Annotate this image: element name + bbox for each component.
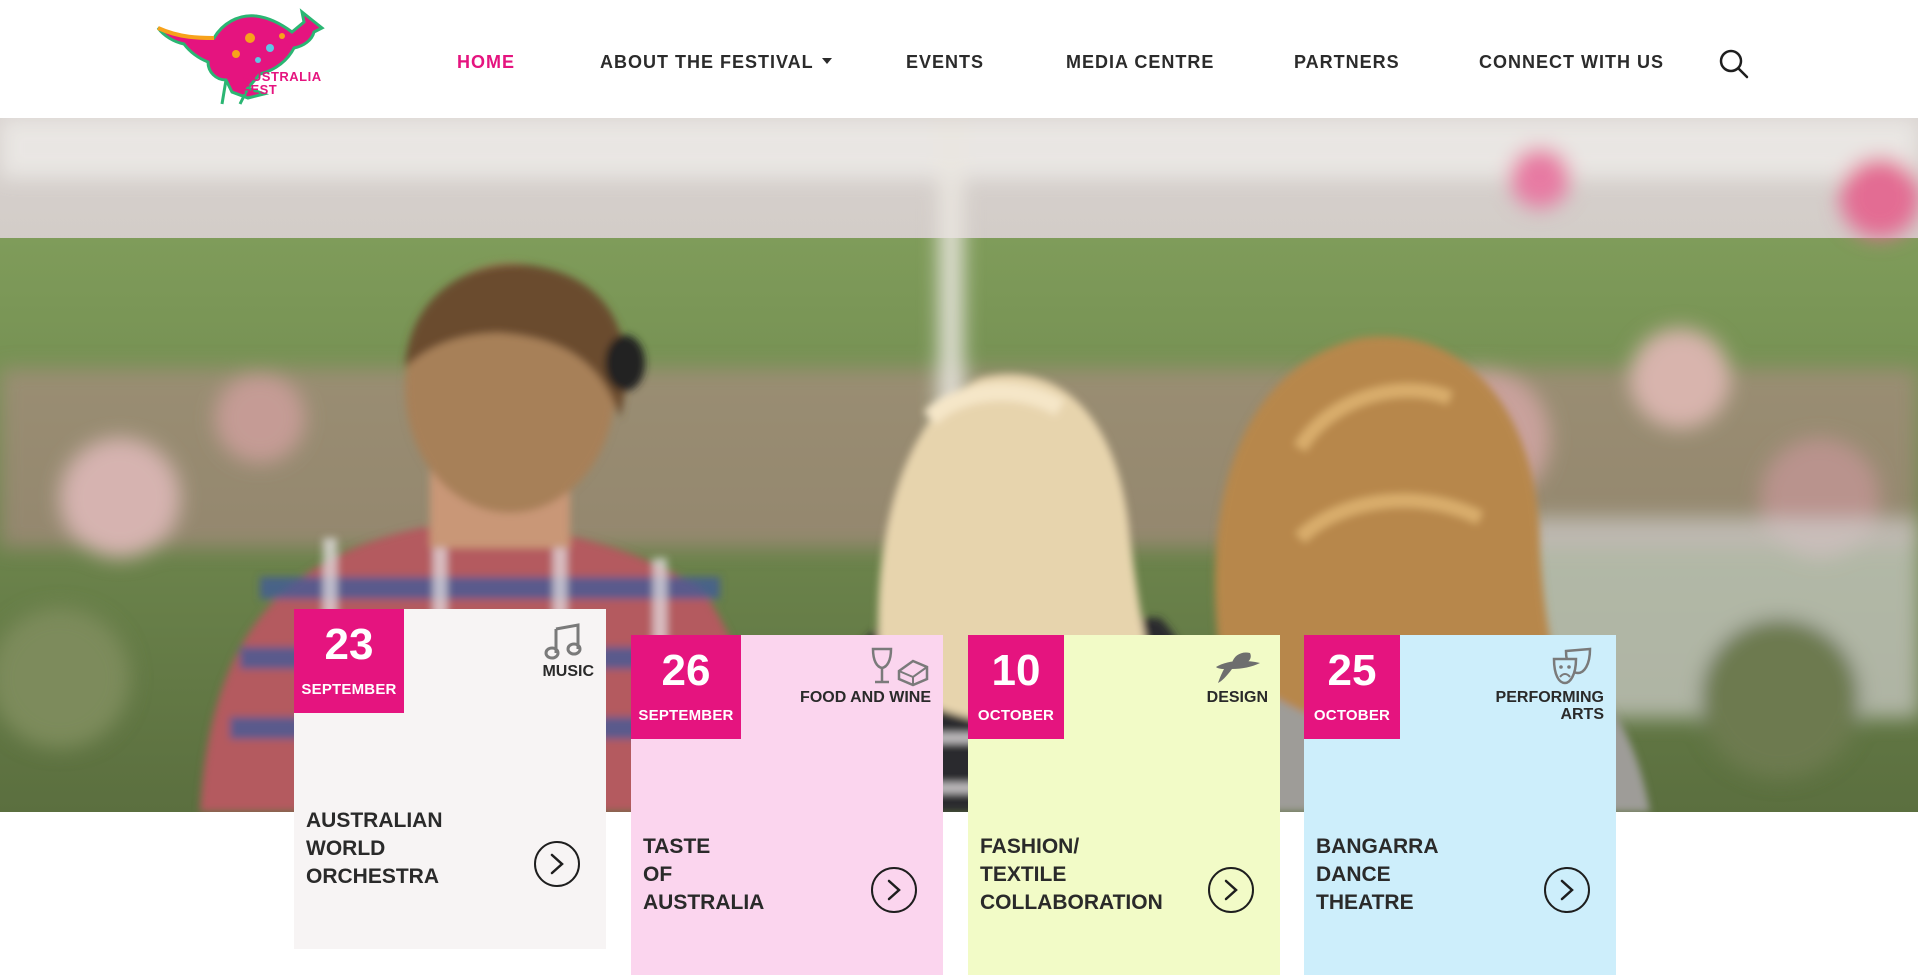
fashion-hat-icon bbox=[1216, 652, 1260, 683]
event-date-badge: 26 SEPTEMBER bbox=[631, 635, 741, 739]
event-title-line: TASTE bbox=[643, 835, 711, 858]
main-nav: HOME ABOUT THE FESTIVAL EVENTS MEDIA CEN… bbox=[0, 0, 1918, 118]
chevron-down-icon bbox=[821, 58, 832, 65]
event-title-line: ORCHESTRA bbox=[306, 865, 440, 888]
event-title-line: DANCE bbox=[1316, 863, 1391, 886]
chevron-right-icon bbox=[1224, 879, 1238, 901]
event-date-badge: 10 OCTOBER bbox=[968, 635, 1064, 739]
event-month: OCTOBER bbox=[977, 707, 1055, 724]
event-title: AUSTRALIAN WORLD ORCHESTRA bbox=[306, 807, 506, 891]
event-month: SEPTEMBER bbox=[301, 681, 397, 698]
event-month: OCTOBER bbox=[1313, 707, 1391, 724]
event-card-2[interactable]: 26 SEPTEMBER FOOD AND WINE TASTE OF AUST… bbox=[631, 635, 943, 975]
event-title-line: WORLD bbox=[306, 837, 386, 860]
search-button[interactable] bbox=[1718, 48, 1750, 80]
event-day: 25 bbox=[1327, 646, 1377, 695]
event-title-line: OF bbox=[643, 863, 673, 886]
event-title-line: THEATRE bbox=[1316, 891, 1414, 914]
site-header: AUSTRALIA FEST HOME ABOUT THE FESTIVAL E… bbox=[0, 0, 1918, 118]
event-title: FASHION/ TEXTILE COLLABORATION bbox=[980, 833, 1220, 917]
nav-connect-with-us[interactable]: CONNECT WITH US bbox=[1479, 52, 1664, 73]
nav-home[interactable]: HOME bbox=[457, 52, 515, 73]
event-title-line: AUSTRALIA bbox=[643, 891, 765, 914]
event-title-line: COLLABORATION bbox=[980, 891, 1163, 914]
event-arrow-button[interactable] bbox=[1544, 867, 1590, 913]
hero-banner bbox=[0, 118, 1918, 812]
search-icon bbox=[1719, 49, 1749, 79]
event-category-line: PERFORMING bbox=[1495, 689, 1604, 706]
event-date-badge: 23 SEPTEMBER bbox=[294, 609, 404, 713]
event-category: DESIGN bbox=[1206, 689, 1268, 706]
nav-partners[interactable]: PARTNERS bbox=[1294, 52, 1400, 73]
nav-about-label: ABOUT THE FESTIVAL bbox=[600, 52, 814, 72]
chevron-right-icon bbox=[550, 853, 564, 875]
event-category: MUSIC bbox=[542, 663, 594, 680]
nav-events[interactable]: EVENTS bbox=[906, 52, 984, 73]
event-category: PERFORMING ARTS bbox=[1496, 689, 1604, 723]
event-category: FOOD AND WINE bbox=[800, 689, 931, 706]
theatre-masks-icon bbox=[1552, 647, 1592, 685]
nav-about-the-festival[interactable]: ABOUT THE FESTIVAL bbox=[600, 52, 832, 73]
event-title: TASTE OF AUSTRALIA bbox=[643, 833, 843, 917]
wine-glass-icon bbox=[871, 647, 929, 687]
event-day: 26 bbox=[661, 646, 711, 695]
event-card-1[interactable]: 23 SEPTEMBER MUSIC AUSTRALIAN WORLD ORCH… bbox=[294, 609, 606, 949]
event-title: BANGARRA DANCE THEATRE bbox=[1316, 833, 1516, 917]
event-month: SEPTEMBER bbox=[638, 707, 734, 724]
festival-crowd-photo bbox=[0, 118, 1918, 812]
nav-media-centre[interactable]: MEDIA CENTRE bbox=[1066, 52, 1214, 73]
event-title-line: FASHION/ bbox=[980, 835, 1080, 858]
event-day: 23 bbox=[324, 620, 374, 669]
event-card-3[interactable]: 10 OCTOBER DESIGN FASHION/ TEXTILE COLLA… bbox=[968, 635, 1280, 975]
chevron-right-icon bbox=[1560, 879, 1574, 901]
event-title-line: TEXTILE bbox=[980, 863, 1067, 886]
chevron-right-icon bbox=[887, 879, 901, 901]
event-title-line: AUSTRALIAN bbox=[306, 809, 443, 832]
event-arrow-button[interactable] bbox=[1208, 867, 1254, 913]
event-arrow-button[interactable] bbox=[534, 841, 580, 887]
event-category-line: ARTS bbox=[1560, 706, 1604, 723]
event-day: 10 bbox=[991, 646, 1041, 695]
music-note-icon bbox=[544, 623, 582, 660]
event-date-badge: 25 OCTOBER bbox=[1304, 635, 1400, 739]
event-arrow-button[interactable] bbox=[871, 867, 917, 913]
event-card-4[interactable]: 25 OCTOBER PERFORMING ARTS BANGARRA DANC… bbox=[1304, 635, 1616, 975]
event-title-line: BANGARRA bbox=[1316, 835, 1439, 858]
